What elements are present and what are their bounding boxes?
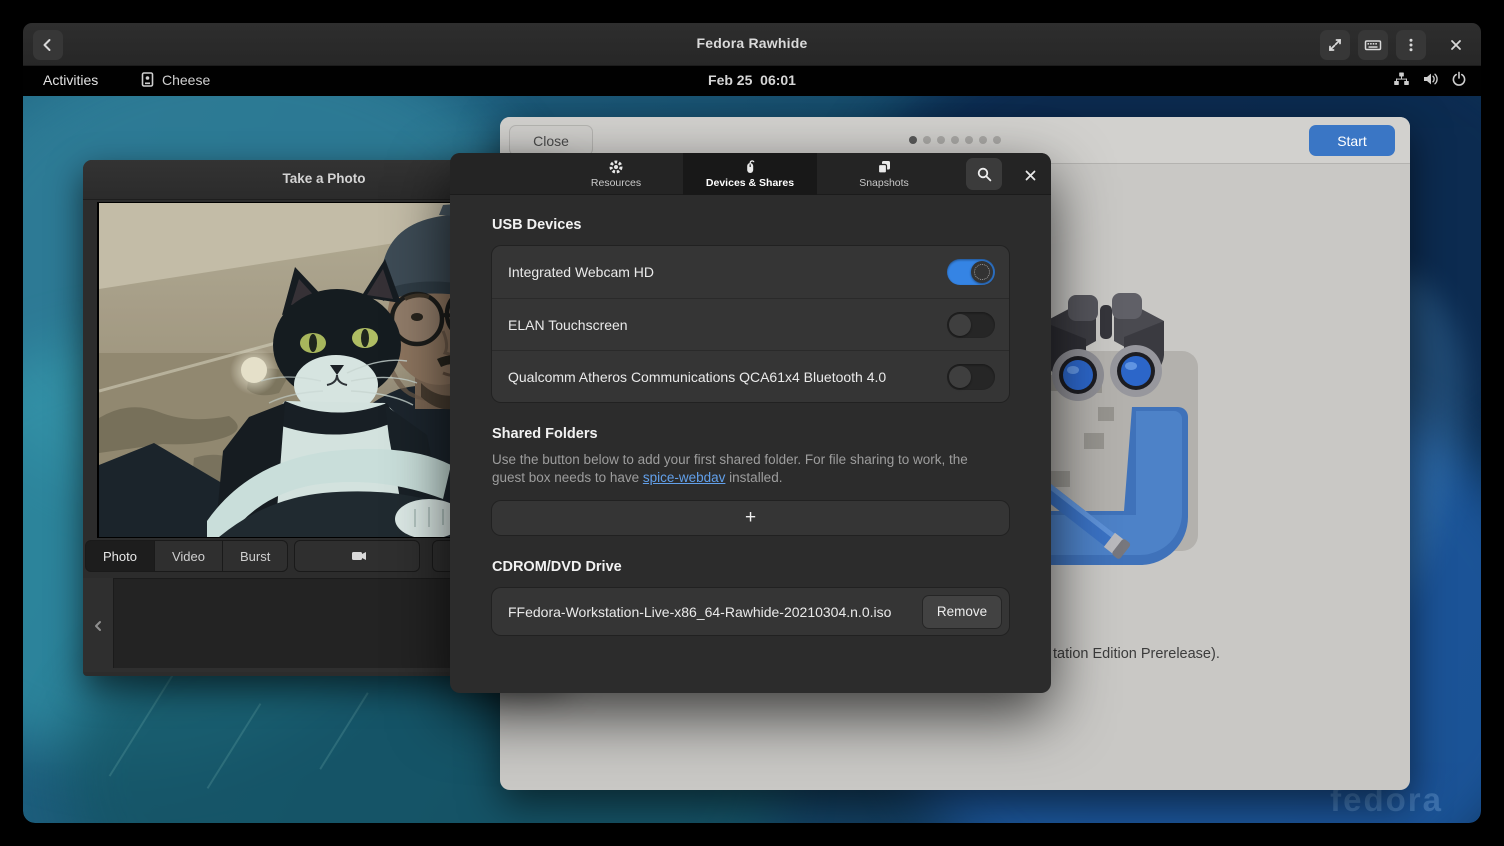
shared-folders-title: Shared Folders	[492, 426, 1009, 442]
spice-webdav-link[interactable]: spice-webdav	[643, 470, 726, 485]
window-title: Fedora Rawhide	[23, 35, 1481, 51]
dialog-content: USB Devices Integrated Webcam HD ELAN To…	[492, 195, 1009, 635]
take-photo-button[interactable]	[294, 540, 420, 572]
device-toggle[interactable]	[947, 312, 995, 338]
toggle-knob	[971, 261, 993, 283]
tab-devices-shares[interactable]: Devices & Shares	[683, 153, 817, 195]
tab-label: Snapshots	[859, 177, 909, 189]
screen: Fedora Rawhide	[0, 0, 1504, 846]
snapshots-icon	[876, 159, 892, 175]
usb-section-title: USB Devices	[492, 217, 1009, 233]
device-toggle[interactable]	[947, 364, 995, 390]
clock[interactable]: Feb 25 06:01	[23, 72, 1481, 88]
cdrom-row: FFedora-Workstation-Live-x86_64-Rawhide-…	[492, 588, 1009, 635]
mouse-icon	[742, 159, 758, 175]
guest-start-button[interactable]: Start	[1309, 125, 1395, 156]
volume-icon	[1422, 71, 1439, 87]
cdrom-card: FFedora-Workstation-Live-x86_64-Rawhide-…	[492, 588, 1009, 635]
mode-video-button[interactable]: Video	[155, 540, 223, 572]
tab-resources[interactable]: Resources	[549, 153, 683, 195]
desktop-wallpaper: fedora Close Start	[23, 96, 1481, 823]
mode-photo-button[interactable]: Photo	[85, 540, 155, 572]
toggle-knob	[949, 314, 971, 336]
menu-button[interactable]	[1396, 30, 1426, 60]
cdrom-section-title: CDROM/DVD Drive	[492, 559, 1009, 575]
tab-snapshots[interactable]: Snapshots	[817, 153, 951, 195]
device-name: Qualcomm Atheros Communications QCA61x4 …	[508, 369, 947, 385]
add-shared-folder-button[interactable]: +	[492, 501, 1009, 535]
shell-top-bar: Activities Cheese Feb 25 06:01	[23, 66, 1481, 96]
close-icon	[1024, 169, 1037, 182]
boxes-titlebar: Fedora Rawhide	[23, 23, 1481, 66]
device-name: Integrated Webcam HD	[508, 264, 947, 280]
strip-prev-button[interactable]	[86, 614, 110, 638]
search-icon	[976, 166, 993, 183]
tab-label: Resources	[591, 177, 641, 189]
chevron-left-icon	[92, 620, 104, 632]
carousel-dot[interactable]	[993, 136, 1001, 144]
remove-cdrom-button[interactable]: Remove	[923, 596, 1001, 628]
fullscreen-icon	[1327, 37, 1343, 53]
carousel-dot[interactable]	[951, 136, 959, 144]
carousel-dots	[500, 136, 1410, 144]
device-name: ELAN Touchscreen	[508, 317, 947, 333]
usb-device-row: Integrated Webcam HD	[492, 246, 1009, 298]
box-properties-dialog: Resources Devices & Shares	[450, 153, 1051, 693]
fullscreen-button[interactable]	[1320, 30, 1350, 60]
shared-folders-description: Use the button below to add your first s…	[492, 451, 984, 487]
dialog-tab-bar: Resources Devices & Shares	[450, 153, 1051, 195]
usb-device-list: Integrated Webcam HD ELAN Touchscreen Qu…	[492, 246, 1009, 402]
carousel-dot[interactable]	[923, 136, 931, 144]
desc-text: installed.	[725, 470, 782, 485]
window-close-button[interactable]	[1441, 30, 1471, 60]
carousel-dot[interactable]	[965, 136, 973, 144]
carousel-dot[interactable]	[979, 136, 987, 144]
dialog-close-button[interactable]	[1016, 161, 1044, 189]
carousel-dot[interactable]	[937, 136, 945, 144]
keyboard-icon	[1364, 37, 1382, 53]
carousel-dot[interactable]	[909, 136, 917, 144]
dialog-search-button[interactable]	[966, 158, 1002, 190]
toggle-knob	[949, 366, 971, 388]
close-icon	[1449, 38, 1463, 52]
camera-record-icon	[348, 549, 366, 563]
kebab-menu-icon	[1403, 37, 1419, 53]
network-icon	[1393, 71, 1410, 87]
gear-icon	[608, 159, 624, 175]
power-icon	[1451, 71, 1467, 87]
mode-burst-button[interactable]: Burst	[223, 540, 288, 572]
system-tray[interactable]	[1393, 71, 1467, 87]
keyboard-button[interactable]	[1358, 30, 1388, 60]
tab-label: Devices & Shares	[706, 177, 794, 189]
boxes-window: Fedora Rawhide	[23, 23, 1481, 823]
device-toggle[interactable]	[947, 259, 995, 285]
cdrom-file-name: FFedora-Workstation-Live-x86_64-Rawhide-…	[508, 604, 923, 620]
usb-device-row: Qualcomm Atheros Communications QCA61x4 …	[492, 350, 1009, 402]
capture-mode-group: Photo Video Burst	[85, 540, 288, 572]
guest-caption-text: tation Edition Prerelease).	[1053, 646, 1220, 662]
usb-device-row: ELAN Touchscreen	[492, 298, 1009, 350]
